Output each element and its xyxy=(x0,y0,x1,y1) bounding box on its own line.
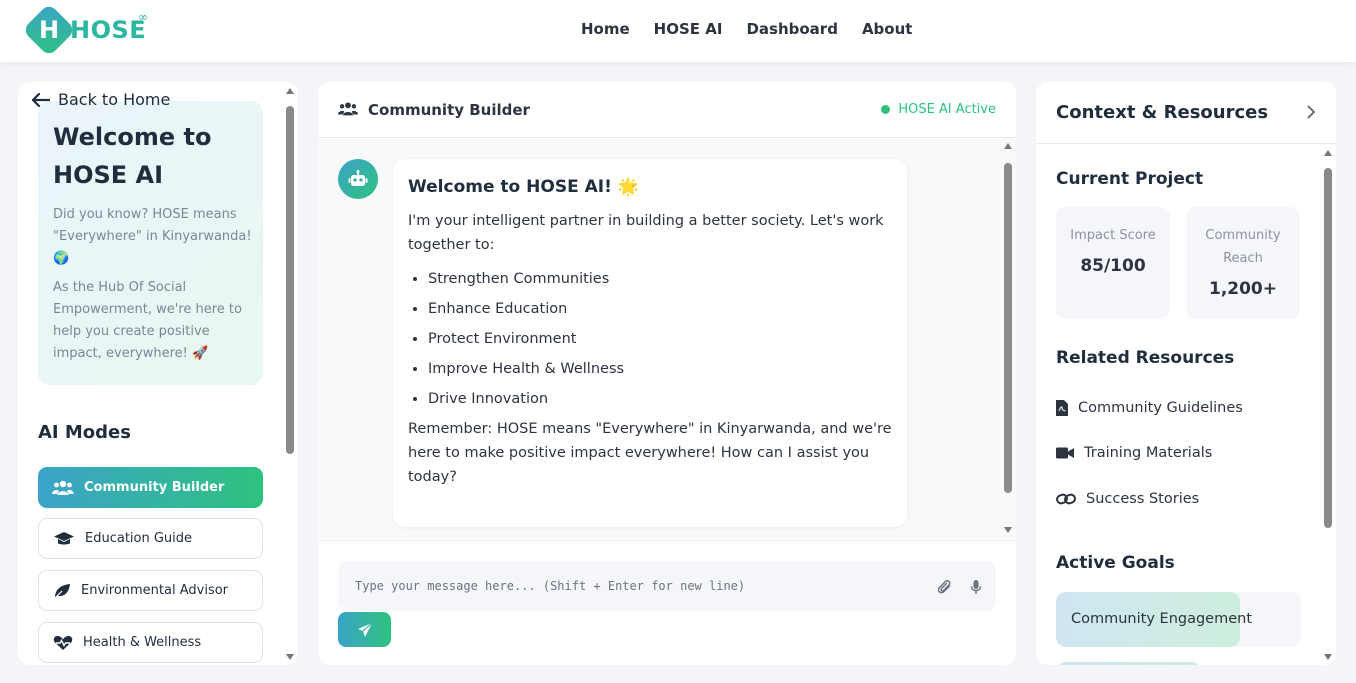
scrollbar-thumb[interactable] xyxy=(1004,163,1012,493)
mode-community-builder[interactable]: Community Builder xyxy=(38,467,263,508)
bot-avatar xyxy=(338,159,378,199)
brand-name[interactable]: HOSE xyxy=(70,16,146,44)
link-icon xyxy=(1056,493,1076,505)
related-resources-title: Related Resources xyxy=(1056,348,1235,368)
back-to-home-link[interactable]: Back to Home xyxy=(32,90,170,109)
video-icon xyxy=(1056,447,1074,459)
scroll-down-arrow[interactable] xyxy=(1004,527,1012,533)
message-outro: Remember: HOSE means "Everywhere" in Kin… xyxy=(408,421,892,485)
resource-community-guidelines[interactable]: Community Guidelines xyxy=(1056,400,1243,416)
back-label: Back to Home xyxy=(58,90,171,109)
welcome-card: Welcome to HOSE AI Did you know? HOSE me… xyxy=(38,101,263,385)
robot-icon xyxy=(348,170,368,186)
file-pdf-icon xyxy=(1056,400,1068,416)
scroll-up-arrow[interactable] xyxy=(1324,150,1332,156)
bot-message: Welcome to HOSE AI! 🌟 I'm your intellige… xyxy=(393,159,907,527)
resource-label: Community Guidelines xyxy=(1078,400,1243,416)
context-title: Context & Resources xyxy=(1056,102,1269,123)
scroll-up-arrow[interactable] xyxy=(286,88,294,94)
mode-label: Community Builder xyxy=(84,480,225,495)
message-list-items: Strengthen Communities Enhance Education… xyxy=(428,267,892,411)
nav-links: Home HOSE AI Dashboard About xyxy=(581,20,912,38)
chat-mode-title: Community Builder xyxy=(368,101,530,119)
metric-impact-score: Impact Score 85/100 xyxy=(1056,207,1170,319)
nav-hose-ai[interactable]: HOSE AI xyxy=(654,20,723,38)
resource-label: Training Materials xyxy=(1084,445,1213,461)
current-project-title: Current Project xyxy=(1056,169,1204,189)
scroll-up-arrow[interactable] xyxy=(1004,143,1012,149)
welcome-fact: Did you know? HOSE means "Everywhere" in… xyxy=(53,207,252,266)
list-item: Protect Environment xyxy=(428,327,892,351)
send-button[interactable] xyxy=(338,612,391,647)
status-dot-icon xyxy=(881,105,891,114)
status-text: HOSE AI Active xyxy=(898,102,996,117)
goal-progress-partial xyxy=(1056,662,1201,665)
microphone-icon[interactable] xyxy=(970,579,982,595)
messages-scrollbar[interactable] xyxy=(1004,143,1012,533)
paper-plane-icon xyxy=(357,622,372,637)
resource-training-materials[interactable]: Training Materials xyxy=(1056,445,1212,461)
metric-community-reach: Community Reach 1,200+ xyxy=(1186,207,1300,319)
metric-value: 1,200+ xyxy=(1208,279,1278,299)
context-panel: Context & Resources Current Project Impa… xyxy=(1036,82,1336,665)
composer xyxy=(318,540,1016,665)
list-item: Drive Innovation xyxy=(428,387,892,411)
scroll-down-arrow[interactable] xyxy=(286,654,294,660)
metric-label: Impact Score xyxy=(1070,228,1156,243)
scrollbar-thumb[interactable] xyxy=(1324,168,1332,528)
message-intro: I'm your intelligent partner in building… xyxy=(408,213,884,253)
message-title: Welcome to HOSE AI! 🌟 xyxy=(408,177,639,197)
message-input-box xyxy=(338,561,996,611)
goal-label: Community Engagement xyxy=(1071,611,1253,627)
mode-education-guide[interactable]: Education Guide xyxy=(38,518,263,559)
users-icon xyxy=(338,102,358,116)
users-icon xyxy=(52,480,74,495)
ai-modes-title: AI Modes xyxy=(38,422,131,443)
scrollbar-thumb[interactable] xyxy=(286,106,294,454)
left-sidebar: Welcome to HOSE AI Did you know? HOSE me… xyxy=(18,82,298,665)
sidebar-scrollbar[interactable] xyxy=(286,88,294,660)
top-navbar: H HOSE ∞ Home HOSE AI Dashboard About xyxy=(0,0,1356,62)
welcome-mission: As the Hub Of Social Empowerment, we're … xyxy=(53,280,242,361)
scroll-down-arrow[interactable] xyxy=(1324,654,1332,660)
message-list: Welcome to HOSE AI! 🌟 I'm your intellige… xyxy=(318,139,1016,539)
metric-value: 85/100 xyxy=(1080,256,1146,276)
graduation-cap-icon xyxy=(54,531,74,544)
nav-home[interactable]: Home xyxy=(581,20,630,38)
mode-label: Environmental Advisor xyxy=(81,583,229,598)
nav-about[interactable]: About xyxy=(862,20,913,38)
mode-environmental-advisor[interactable]: Environmental Advisor xyxy=(38,570,263,611)
welcome-title: Welcome to HOSE AI xyxy=(53,123,212,189)
message-input[interactable] xyxy=(338,561,918,611)
metric-label: Community Reach xyxy=(1205,228,1281,266)
mode-label: Education Guide xyxy=(85,531,193,546)
paperclip-icon[interactable] xyxy=(938,579,952,595)
list-item: Strengthen Communities xyxy=(428,267,892,291)
mode-label: Health & Wellness xyxy=(83,635,202,650)
goal-community-engagement: Community Engagement xyxy=(1056,592,1301,647)
chevron-right-icon[interactable] xyxy=(1307,105,1316,119)
context-scrollbar[interactable] xyxy=(1324,150,1332,660)
active-goals-title: Active Goals xyxy=(1056,553,1175,573)
logo-letter: H xyxy=(38,16,60,44)
chat-panel: Community Builder HOSE AI Active Welcome… xyxy=(318,82,1016,665)
heart-pulse-icon xyxy=(53,635,73,650)
list-item: Enhance Education xyxy=(428,297,892,321)
chat-header: Community Builder HOSE AI Active xyxy=(318,82,1016,138)
mode-health-wellness[interactable]: Health & Wellness xyxy=(38,622,263,663)
leaf-icon xyxy=(53,583,70,599)
ai-status: HOSE AI Active xyxy=(881,102,996,117)
resource-label: Success Stories xyxy=(1086,491,1200,507)
brand-logo-mark[interactable]: H xyxy=(22,3,76,57)
context-header: Context & Resources xyxy=(1036,82,1336,144)
resource-success-stories[interactable]: Success Stories xyxy=(1056,491,1199,507)
list-item: Improve Health & Wellness xyxy=(428,357,892,381)
arrow-left-icon xyxy=(32,92,50,107)
infinity-icon: ∞ xyxy=(138,10,148,24)
nav-dashboard[interactable]: Dashboard xyxy=(746,20,837,38)
